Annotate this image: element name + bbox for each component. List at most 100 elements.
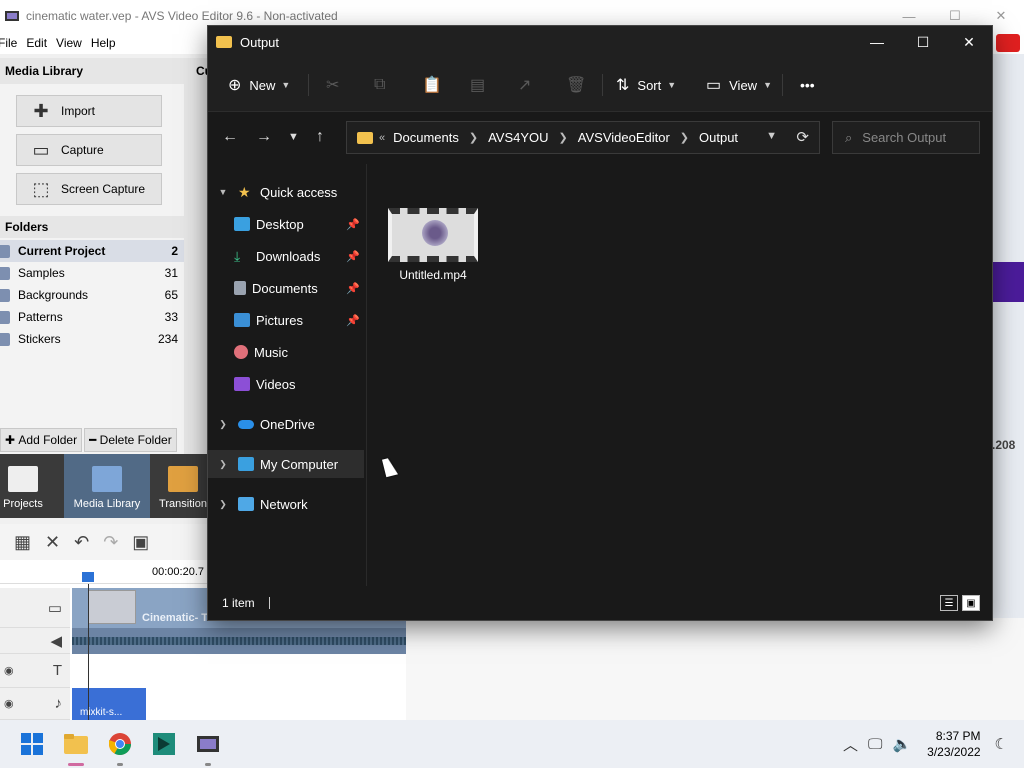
nav-videos[interactable]: Videos [208,370,364,398]
nav-onedrive[interactable]: ❯ OneDrive [208,410,364,438]
up-arrow-icon[interactable]: ↑ [316,128,324,146]
explorer-minimize-button[interactable]: — [854,26,900,58]
audio-waveform-clip[interactable] [72,628,406,654]
menu-help[interactable]: Help [91,36,116,50]
nav-documents[interactable]: Documents 📌 [208,274,364,302]
large-icons-view-icon[interactable]: ▣ [962,595,980,611]
pin-icon: 📌 [346,218,360,231]
notification-moon-icon[interactable]: ☾ [995,735,1008,753]
rename-icon[interactable]: ▤ [470,72,485,98]
import-label: Import [61,104,96,118]
address-bar[interactable]: « Documents ❯ AVS4YOU ❯ AVSVideoEditor ❯… [346,121,820,154]
nav-music[interactable]: Music [208,338,364,366]
recent-locations-chevron-icon[interactable]: ▼ [288,131,299,143]
chevron-up-icon[interactable]: ︿ [843,734,858,755]
network-status-icon[interactable]: 🖵 [868,736,882,753]
trim-icon[interactable]: ▣ [132,532,149,553]
nav-pictures[interactable]: Pictures 📌 [208,306,364,334]
clock-date: 3/23/2022 [927,745,981,759]
nav-my-computer[interactable]: ❯ My Computer [208,450,364,478]
avs-app-icon [5,11,19,21]
back-arrow-icon[interactable]: ← [222,128,238,146]
address-dropdown-chevron-icon[interactable]: ▼ [766,130,777,142]
item-count: 1 item [222,596,255,610]
breadcrumb-overflow[interactable]: « [379,132,385,144]
taskbar-chrome[interactable] [104,728,136,766]
import-button[interactable]: ✚ Import [16,95,162,127]
delete-folder-button[interactable]: ━ Delete Folder [84,428,177,452]
eye-icon[interactable]: ◉ [4,664,14,677]
chevron-right-icon[interactable]: ❯ [680,131,689,144]
breadcrumb-output[interactable]: Output [699,130,738,145]
explorer-command-bar: ⊕ New ▼ ✂ ⧉ 📋 ▤ ↗ 🗑 ⇅ Sort ▼ ▭ View ▼ ••… [208,58,992,112]
cut-icon[interactable]: ✂ [326,72,339,98]
chrome-icon [109,733,131,755]
screen-capture-button[interactable]: ⬚ Screen Capture [16,173,162,205]
windows-logo-icon [21,733,43,755]
refresh-icon[interactable]: ⟳ [796,128,809,146]
search-box[interactable]: ⌕ Search Output [832,121,980,154]
breadcrumb-avsvideoeditor[interactable]: AVSVideoEditor [578,130,670,145]
delete-icon[interactable]: ✕ [45,532,60,553]
sort-button[interactable]: ⇅ Sort ▼ [616,72,676,98]
menu-edit[interactable]: Edit [26,36,47,50]
ribbon-projects[interactable]: Projects [0,454,46,518]
paste-icon[interactable]: 📋 [422,72,442,98]
nav-network[interactable]: ❯ Network [208,490,364,518]
clock[interactable]: 8:37 PM 3/23/2022 [927,728,980,760]
ribbon-transitions[interactable]: Transition [156,454,210,518]
toolbar-separator [782,74,783,96]
playhead-marker[interactable] [82,572,94,582]
view-icon: ▭ [706,77,722,94]
folder-check-icon [0,310,10,324]
folder-samples[interactable]: Samples 31 [0,262,184,284]
folder-patterns[interactable]: Patterns 33 [0,306,184,328]
chevron-right-icon[interactable]: ❯ [218,459,228,470]
breadcrumb-documents[interactable]: Documents [393,130,459,145]
volume-icon[interactable]: 🔈 [892,735,911,753]
breadcrumb-avs4you[interactable]: AVS4YOU [488,130,548,145]
nav-quick-access[interactable]: ▼ ★ Quick access [208,178,364,206]
details-view-icon[interactable]: ☰ [940,595,958,611]
explorer-maximize-button[interactable]: ☐ [900,26,946,58]
file-list-area[interactable]: Untitled.mp4 [367,164,992,586]
toolbar-separator [602,74,603,96]
forward-arrow-icon[interactable]: → [256,128,272,146]
nav-downloads[interactable]: ⤓ Downloads 📌 [208,242,364,270]
capture-label: Capture [61,143,104,157]
taskbar-avs-video-editor[interactable] [192,728,224,766]
chevron-right-icon[interactable]: ❯ [218,419,228,430]
capture-button[interactable]: ▭ Capture [16,134,162,166]
share-icon[interactable]: ↗ [518,72,531,98]
taskbar-file-explorer[interactable] [60,728,92,766]
storyboard-icon[interactable]: ▦ [14,532,31,553]
ribbon-media-library[interactable]: Media Library [64,454,150,518]
running-indicator [205,763,211,766]
timeline-toolbar: ▦ ✕ ↶ ↷ ▣ [0,524,210,560]
chevron-right-icon[interactable]: ❯ [469,131,478,144]
delete-icon[interactable]: 🗑 [566,72,586,98]
more-options-button[interactable]: ••• [800,72,815,98]
folder-backgrounds[interactable]: Backgrounds 65 [0,284,184,306]
new-button[interactable]: ⊕ New ▼ [228,72,290,98]
add-folder-button[interactable]: ✚ Add Folder [0,428,83,452]
view-button[interactable]: ▭ View ▼ [706,72,772,98]
undo-icon[interactable]: ↶ [74,532,89,553]
menu-file[interactable]: File [0,36,17,50]
explorer-close-button[interactable]: ✕ [946,26,992,58]
chevron-down-icon[interactable]: ▼ [218,187,228,197]
eye-icon[interactable]: ◉ [4,697,14,710]
menu-view[interactable]: View [56,36,82,50]
copy-icon[interactable]: ⧉ [374,72,385,98]
chevron-right-icon[interactable]: ❯ [218,499,228,510]
start-button[interactable] [16,728,48,760]
file-item[interactable]: Untitled.mp4 [387,208,479,288]
redo-icon[interactable]: ↷ [103,532,118,553]
youtube-icon[interactable] [996,34,1020,52]
folder-stickers[interactable]: Stickers 234 [0,328,184,350]
music-clip[interactable]: mixkit-s... [72,688,146,720]
taskbar-video-app[interactable] [148,728,180,760]
folder-current-project[interactable]: Current Project 2 [0,240,184,262]
chevron-right-icon[interactable]: ❯ [559,131,568,144]
nav-desktop[interactable]: Desktop 📌 [208,210,364,238]
